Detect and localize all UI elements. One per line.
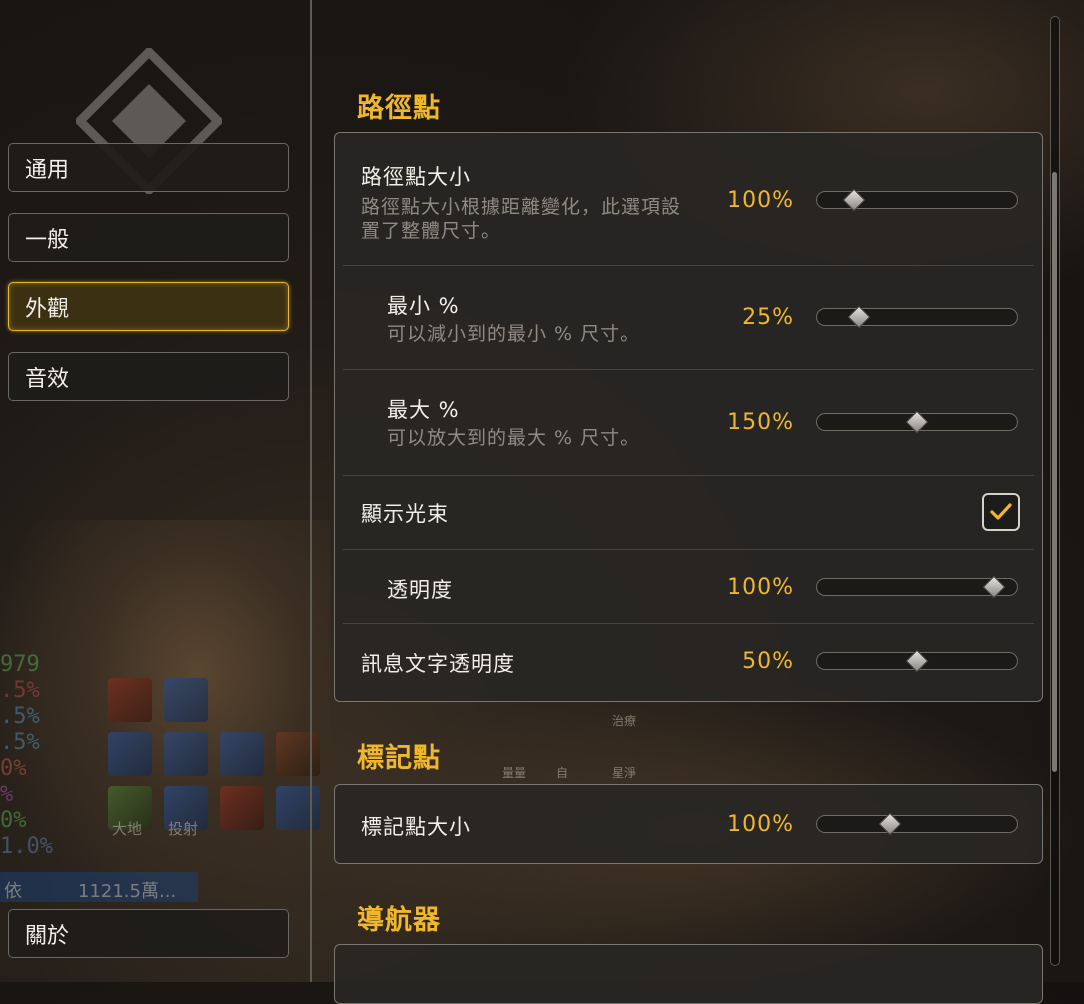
slider-thumb[interactable]: [848, 305, 871, 329]
setting-row-opacity: 透明度 100%: [343, 549, 1034, 624]
text-opacity-slider[interactable]: [816, 649, 1018, 673]
setting-label: 顯示光束: [361, 502, 449, 526]
setting-description: 可以放大到的最大 % 尺寸。: [387, 427, 641, 449]
setting-label: 訊息文字透明度: [361, 652, 515, 676]
bg-stat: .5%: [0, 678, 40, 703]
marker-size-slider[interactable]: [816, 812, 1018, 836]
bg-stat: 0%: [0, 756, 27, 781]
setting-value: 150%: [727, 410, 794, 435]
min-percent-slider[interactable]: [816, 305, 1018, 329]
setting-value: 100%: [727, 575, 794, 600]
setting-value: 25%: [742, 305, 794, 330]
bg-icon-label: 投射: [168, 820, 199, 838]
nav-item-label: 關於: [25, 923, 70, 949]
nav-item-label: 通用: [25, 157, 70, 183]
navigator-settings-card: [334, 944, 1043, 1004]
setting-label: 最小 %: [387, 294, 460, 318]
setting-label: 最大 %: [387, 398, 460, 422]
setting-row-waypoint-size: 路徑點大小 路徑點大小根據距離變化，此選項設置了整體尺寸。 100%: [343, 133, 1034, 265]
setting-row-min-percent: 最小 % 可以減小到的最小 % 尺寸。 25%: [343, 265, 1034, 370]
bg-icon-label: 量量: [502, 766, 527, 780]
slider-thumb[interactable]: [983, 575, 1006, 599]
bg-status-bar: [0, 872, 198, 902]
max-percent-slider[interactable]: [816, 410, 1018, 434]
nav-item-sound[interactable]: 音效: [8, 352, 289, 401]
bg-icon-label: 大地: [112, 820, 143, 838]
setting-description: 路徑點大小根據距離變化，此選項設置了整體尺寸。: [361, 196, 682, 242]
slider-thumb[interactable]: [842, 188, 866, 212]
panel-divider: [310, 0, 312, 982]
bg-bar-left: 依: [4, 881, 22, 902]
scrollbar-thumb[interactable]: [1052, 172, 1057, 772]
setting-row-marker-size: 標記點大小 100%: [343, 785, 1034, 865]
bg-stat: %: [0, 782, 14, 807]
nav-item-label: 音效: [25, 366, 70, 392]
bg-stat: 979: [0, 652, 40, 677]
opacity-slider[interactable]: [816, 575, 1018, 599]
nav-item-label: 外觀: [25, 296, 70, 322]
nav-item-general-common[interactable]: 通用: [8, 143, 289, 192]
marker-settings-card: 標記點大小 100%: [334, 784, 1043, 864]
nav-item-about[interactable]: 關於: [8, 909, 289, 958]
bg-icon-label: 自: [556, 766, 569, 780]
bg-icon-label: 星淨: [612, 766, 637, 780]
setting-label: 標記點大小: [361, 815, 471, 839]
section-title-waypoint: 路徑點: [357, 93, 441, 124]
show-beam-checkbox[interactable]: [982, 493, 1020, 531]
setting-value: 50%: [742, 649, 794, 674]
setting-label: 路徑點大小: [361, 165, 471, 189]
setting-row-text-opacity: 訊息文字透明度 50%: [343, 623, 1034, 700]
nav-item-appearance[interactable]: 外觀: [8, 282, 289, 331]
setting-value: 100%: [727, 188, 794, 213]
action-bar-icons: [108, 678, 328, 838]
bg-stat: 1.0%: [0, 834, 53, 859]
bg-stat: 0%: [0, 808, 27, 833]
setting-label: 透明度: [387, 578, 453, 602]
setting-description: 可以減小到的最小 % 尺寸。: [387, 323, 641, 345]
setting-row-max-percent: 最大 % 可以放大到的最大 % 尺寸。 150%: [343, 369, 1034, 476]
setting-row-show-beam: 顯示光束: [343, 475, 1034, 550]
waypoint-settings-card: 路徑點大小 路徑點大小根據距離變化，此選項設置了整體尺寸。 100% 最小 % …: [334, 132, 1043, 702]
section-title-marker: 標記點: [357, 743, 441, 774]
setting-value: 100%: [727, 812, 794, 837]
nav-item-general[interactable]: 一般: [8, 213, 289, 262]
bg-stat: .5%: [0, 704, 40, 729]
waypoint-size-slider[interactable]: [816, 188, 1018, 212]
checkmark-icon: [990, 503, 1012, 520]
bg-icon-label: 治療: [612, 714, 637, 728]
bg-stat: .5%: [0, 730, 40, 755]
nav-item-label: 一般: [25, 227, 70, 253]
slider-thumb[interactable]: [878, 812, 902, 836]
slider-thumb[interactable]: [905, 649, 929, 673]
slider-thumb[interactable]: [905, 410, 929, 434]
section-title-navigator: 導航器: [357, 905, 441, 936]
bg-bar-right: 1121.5萬...: [78, 881, 177, 902]
settings-scrollbar[interactable]: [1050, 16, 1060, 966]
